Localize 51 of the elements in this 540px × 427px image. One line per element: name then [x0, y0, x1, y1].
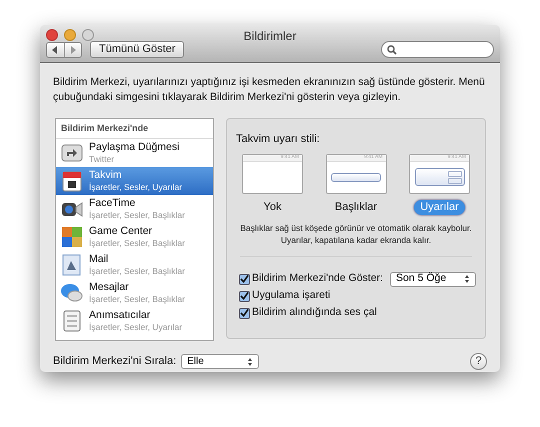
alert-shape — [414, 168, 464, 186]
calendar-icon — [60, 169, 84, 193]
app-detail: İşaretler, Sesler, Uyarılar — [89, 181, 182, 193]
window-title: Bildirimler — [244, 28, 296, 45]
app-detail: İşaretler, Sesler, Başlıklar — [89, 237, 185, 249]
list-header: Bildirim Merkezi'nde — [61, 122, 148, 135]
style-label: Takvim uyarı stili: — [236, 132, 321, 147]
checkbox[interactable] — [239, 308, 250, 318]
option-label: Bildirim alındığında ses çal — [252, 305, 377, 320]
stepper-arrows-icon — [247, 356, 254, 366]
forward-icon — [70, 46, 76, 54]
app-list-item[interactable]: Game Center İşaretler, Sesler, Başlıklar — [56, 223, 213, 251]
app-name: Game Center — [89, 225, 154, 237]
game-tiles-icon — [60, 225, 84, 249]
app-list-item[interactable]: Paylaşma Düğmesi Twitter — [56, 139, 213, 167]
app-list-item[interactable]: Takvim İşaretler, Sesler, Uyarılar — [56, 167, 213, 195]
app-detail: İşaretler, Sesler, Başlıklar — [89, 209, 185, 221]
app-detail: İşaretler, Sesler, Başlıklar — [89, 293, 185, 305]
help-button[interactable]: ? — [470, 353, 487, 370]
stepper-arrows-icon — [464, 274, 470, 284]
back-icon — [52, 46, 58, 54]
app-detail: İşaretler, Sesler, Başlıklar — [89, 265, 185, 277]
search-icon — [387, 44, 397, 54]
app-name: Mail — [89, 253, 110, 265]
close-button[interactable] — [46, 29, 58, 41]
option-label: Bildirim Merkezi'nde Göster: — [252, 271, 383, 286]
sort-popup[interactable]: Elle — [181, 354, 260, 369]
search-field[interactable] — [381, 41, 494, 58]
checkbox[interactable] — [239, 274, 250, 284]
app-name: Takvim — [89, 169, 123, 181]
checkbox[interactable] — [239, 290, 250, 302]
app-detail: Twitter — [89, 153, 116, 165]
app-name: FaceTime — [89, 197, 136, 209]
app-name: Paylaşma Düğmesi — [89, 141, 180, 153]
app-list-item[interactable]: Mail İşaretler, Sesler, Başlıklar — [56, 251, 213, 279]
banner-shape — [331, 172, 381, 182]
app-list-item[interactable]: FaceTime İşaretler, Sesler, Başlıklar — [56, 195, 213, 223]
style-option[interactable]: Başlıklar — [328, 200, 384, 214]
back-forward-control[interactable] — [46, 42, 82, 58]
count-popup[interactable]: Son 5 Öğe — [390, 272, 476, 286]
app-name: Anımsatıcılar — [89, 309, 152, 321]
hint-text: Başlıklar sağ üst köşede görünür ve otomatik olarak kaybolur. Uyarılar, kapatılana kadar ekranda kalır. — [239, 222, 473, 246]
style-option[interactable]: Yok — [258, 200, 288, 214]
app-name: Mesajlar — [89, 281, 130, 293]
app-detail: İşaretler, Sesler, Uyarılar — [89, 321, 182, 333]
option-label: Uygulama işareti — [252, 288, 330, 304]
app-list-item[interactable]: Anımsatıcılar İşaretler, Sesler, Uyarılar — [56, 307, 213, 335]
show-all-button[interactable]: Tümünü Göster — [90, 41, 184, 58]
app-list-item[interactable]: Mesajlar İşaretler, Sesler, Başlıklar — [56, 279, 213, 307]
sort-label: Bildirim Merkezi'ni Sırala: — [53, 354, 176, 370]
description-text: Bildirim Merkezi, uyarılarınızı yaptığınız işi kesmeden ekranınızın sağ üstünde gösterir. Menü çubuğundaki simgesini tıklayarak Bildirim Merkezi'ni gösterin veya gizleyin. — [53, 75, 486, 105]
